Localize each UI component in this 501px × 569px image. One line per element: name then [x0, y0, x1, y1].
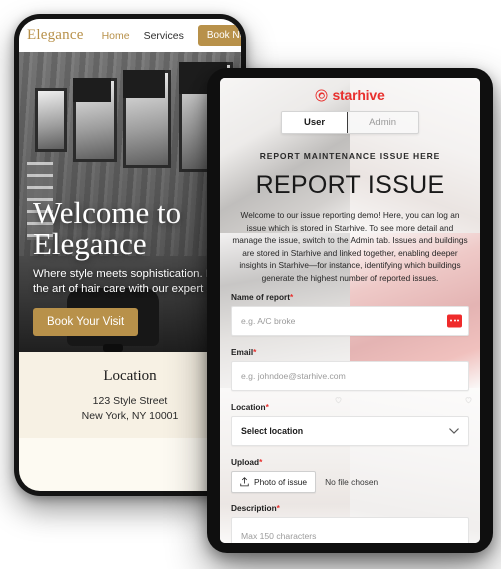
report-issue-form: Name of report* e.g. A/C broke Email* e.…	[220, 292, 480, 543]
book-now-button[interactable]: Book Now	[197, 25, 241, 46]
file-chosen-status: No file chosen	[325, 476, 379, 487]
tab-admin[interactable]: Admin	[347, 112, 418, 133]
window-shade-decor	[73, 78, 111, 102]
tab-user[interactable]: User	[281, 112, 349, 133]
salon-window-decor	[35, 88, 67, 152]
label-text: Description	[231, 502, 277, 513]
description-textarea[interactable]: Max 150 characters	[231, 516, 469, 543]
page-title: REPORT ISSUE	[255, 171, 445, 199]
user-admin-tabs: User Admin	[220, 111, 480, 134]
hero-text-block: Welcome to Elegance Where style meets so…	[33, 197, 235, 336]
photo-of-issue-label: Photo of issue	[254, 476, 308, 487]
required-marker: *	[253, 346, 257, 357]
starhive-logo[interactable]: starhive	[220, 78, 480, 109]
spiral-icon	[315, 89, 328, 101]
location-select[interactable]: Select location	[231, 415, 469, 446]
label-text: Location	[231, 401, 266, 412]
description-label: Description*	[231, 503, 469, 513]
location-heading: Location	[103, 368, 157, 384]
required-marker: *	[259, 456, 263, 467]
tab-group: User Admin	[280, 111, 420, 134]
report-issue-app: starhive User Admin REPORT MAINTENANCE I…	[220, 78, 480, 543]
screenshot-stage: Elegance Home Services Book Now SV	[0, 0, 501, 569]
nav-link-home[interactable]: Home	[102, 30, 130, 42]
name-of-report-input[interactable]: e.g. A/C broke	[231, 305, 469, 336]
hero-subtext-line-2: the art of hair care with our expert st	[33, 282, 216, 295]
tablet-device-mockup: starhive User Admin REPORT MAINTENANCE I…	[207, 68, 493, 553]
chevron-down-icon	[449, 427, 459, 434]
window-shade-decor	[123, 70, 165, 98]
upload-label: Upload*	[231, 457, 469, 467]
description-placeholder: Max 150 characters	[241, 530, 317, 541]
name-of-report-placeholder: e.g. A/C broke	[241, 315, 296, 326]
page-subtitle: REPORT MAINTENANCE ISSUE HERE	[259, 151, 441, 161]
hero-subtext-line-1: Where style meets sophistication. Ex	[33, 267, 220, 280]
address-street: 123 Style Street	[92, 395, 168, 407]
address-city: New York, NY 10001	[81, 410, 179, 423]
required-marker: *	[290, 291, 294, 302]
phone-navbar: Elegance Home Services Book Now SV	[19, 19, 241, 52]
upload-icon	[240, 476, 249, 486]
hero-subtext: Where style meets sophistication. Ex the…	[33, 267, 235, 297]
starhive-wordmark: starhive	[332, 87, 385, 103]
location-address: 123 Style Street New York, NY 10001	[29, 394, 231, 424]
required-marker: *	[265, 401, 269, 412]
photo-of-issue-button[interactable]: Photo of issue	[231, 470, 317, 493]
email-placeholder: e.g. johndoe@starhive.com	[241, 370, 346, 381]
location-selected-value: Select location	[241, 425, 304, 436]
location-label: Location*	[231, 402, 469, 412]
label-text: Upload	[231, 456, 260, 467]
nav-link-services[interactable]: Services	[144, 30, 184, 42]
page-description: Welcome to our issue reporting demo! Her…	[232, 210, 468, 284]
email-input[interactable]: e.g. johndoe@starhive.com	[231, 360, 469, 391]
site-logo-elegance[interactable]: Elegance	[27, 27, 84, 44]
label-text: Name of report	[231, 291, 291, 302]
upload-row: Photo of issue No file chosen	[231, 470, 469, 493]
hero-heading: Welcome to Elegance	[33, 197, 235, 261]
name-of-report-label: Name of report*	[231, 292, 469, 302]
email-label: Email*	[231, 347, 469, 357]
required-marker: *	[276, 502, 280, 513]
hero-heading-line-2: Elegance	[33, 225, 147, 261]
book-your-visit-button[interactable]: Book Your Visit	[33, 308, 139, 336]
more-options-icon[interactable]	[447, 314, 462, 328]
tablet-screen: starhive User Admin REPORT MAINTENANCE I…	[220, 78, 480, 543]
label-text: Email	[231, 346, 254, 357]
